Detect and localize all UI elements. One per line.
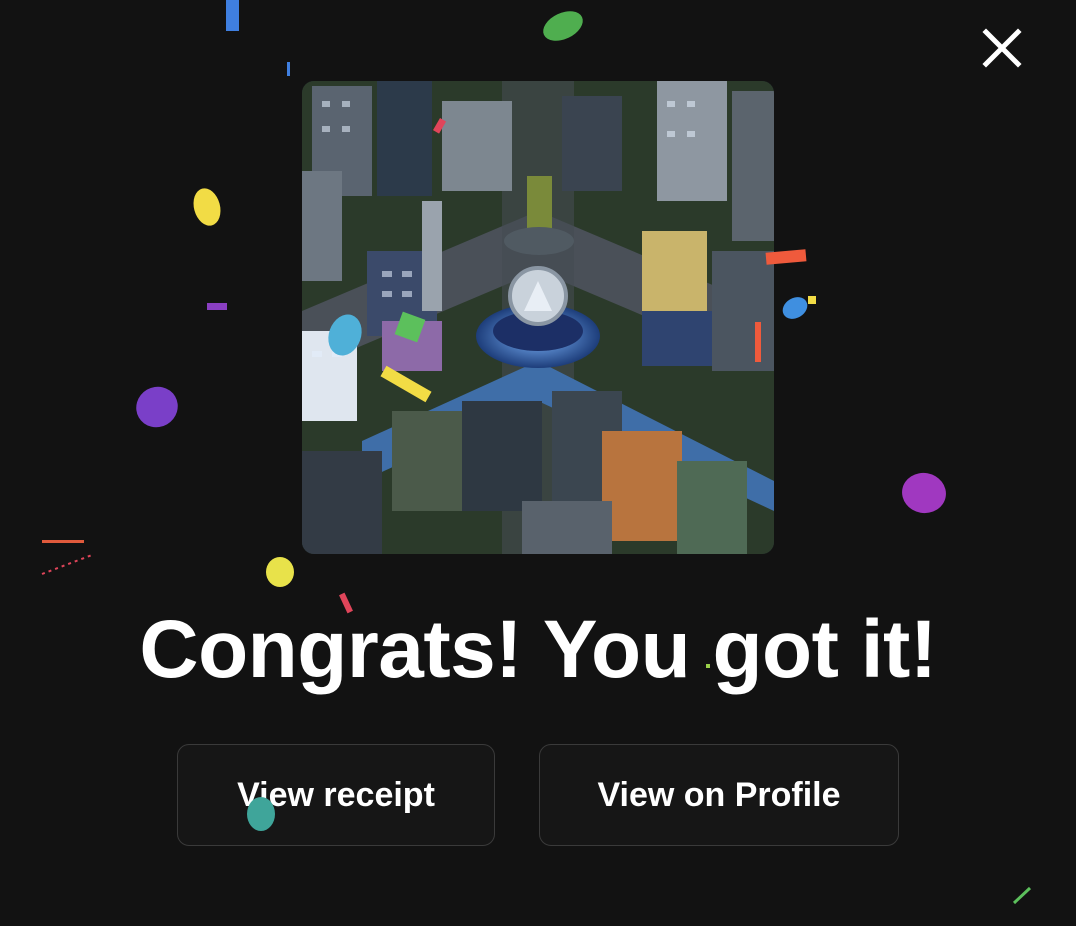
nft-artwork — [302, 81, 774, 554]
close-icon — [982, 28, 1022, 68]
success-title: Congrats! You got it! — [139, 604, 937, 695]
view-on-profile-button[interactable]: View on Profile — [539, 744, 899, 846]
close-button[interactable] — [978, 24, 1026, 72]
purchase-success-modal: Congrats! You got it! View receipt View … — [0, 0, 1076, 926]
view-receipt-button[interactable]: View receipt — [177, 744, 495, 846]
